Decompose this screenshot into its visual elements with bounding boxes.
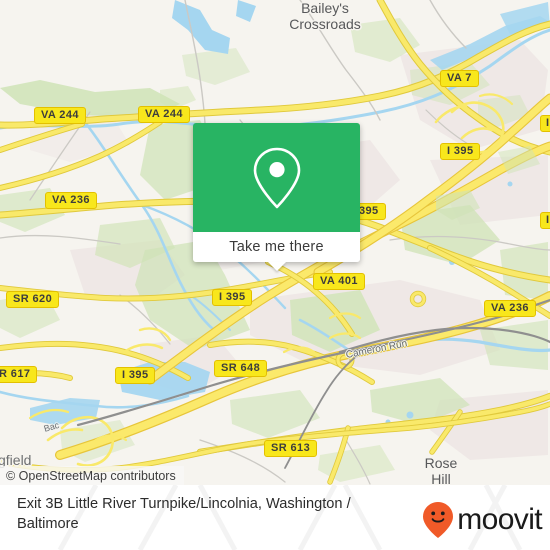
- shield-i-395-northeast[interactable]: I 395: [440, 143, 481, 160]
- shield-sr-617[interactable]: R 617: [0, 366, 38, 383]
- popup-card-header: [193, 123, 360, 232]
- popup-card-footer[interactable]: Take me there: [193, 232, 360, 262]
- moovit-smiley-pin-icon: [423, 502, 454, 538]
- shield-va-236-east[interactable]: VA 236: [484, 300, 536, 317]
- moovit-logo[interactable]: moovit: [422, 501, 543, 539]
- take-me-there-label: Take me there: [229, 239, 324, 255]
- shield-sr-613[interactable]: SR 613: [264, 440, 318, 457]
- shield-va-244-west[interactable]: VA 244: [34, 107, 86, 124]
- popup-card-pointer: [267, 262, 286, 271]
- shield-i-395-southwest[interactable]: I 395: [212, 289, 253, 306]
- bottom-caption-bar: Exit 3B Little River Turnpike/Lincolnia,…: [0, 485, 550, 550]
- shield-i-395-clip-right-mid[interactable]: I: [540, 212, 550, 229]
- map-canvas[interactable]: .wa { fill:#a5d6f0; } .wl { stroke:#a5d6…: [0, 0, 550, 485]
- shield-va-7[interactable]: VA 7: [440, 70, 479, 87]
- station-popup-card[interactable]: Take me there: [193, 123, 360, 271]
- shield-sr-648[interactable]: SR 648: [214, 360, 268, 377]
- place-label-baileys-crossroads: Bailey's Crossroads: [289, 0, 361, 32]
- map-pin-icon: [253, 147, 300, 208]
- openstreetmap-attribution[interactable]: © OpenStreetMap contributors: [0, 466, 184, 485]
- place-label-rose-hill: Rose Hill: [424, 455, 458, 485]
- shield-i-395-clip-right-top[interactable]: I: [540, 115, 550, 132]
- station-title: Exit 3B Little River Turnpike/Lincolnia,…: [17, 496, 351, 532]
- shield-va-244-east[interactable]: VA 244: [138, 106, 190, 123]
- shield-va-401[interactable]: VA 401: [313, 273, 365, 290]
- moovit-wordmark: moovit: [457, 503, 542, 536]
- shield-i-395-south[interactable]: I 395: [115, 367, 156, 384]
- shield-sr-620[interactable]: SR 620: [6, 291, 60, 308]
- moovit-station-map-screenshot: .wa { fill:#a5d6f0; } .wl { stroke:#a5d6…: [0, 0, 550, 550]
- shield-va-236-west[interactable]: VA 236: [45, 192, 97, 209]
